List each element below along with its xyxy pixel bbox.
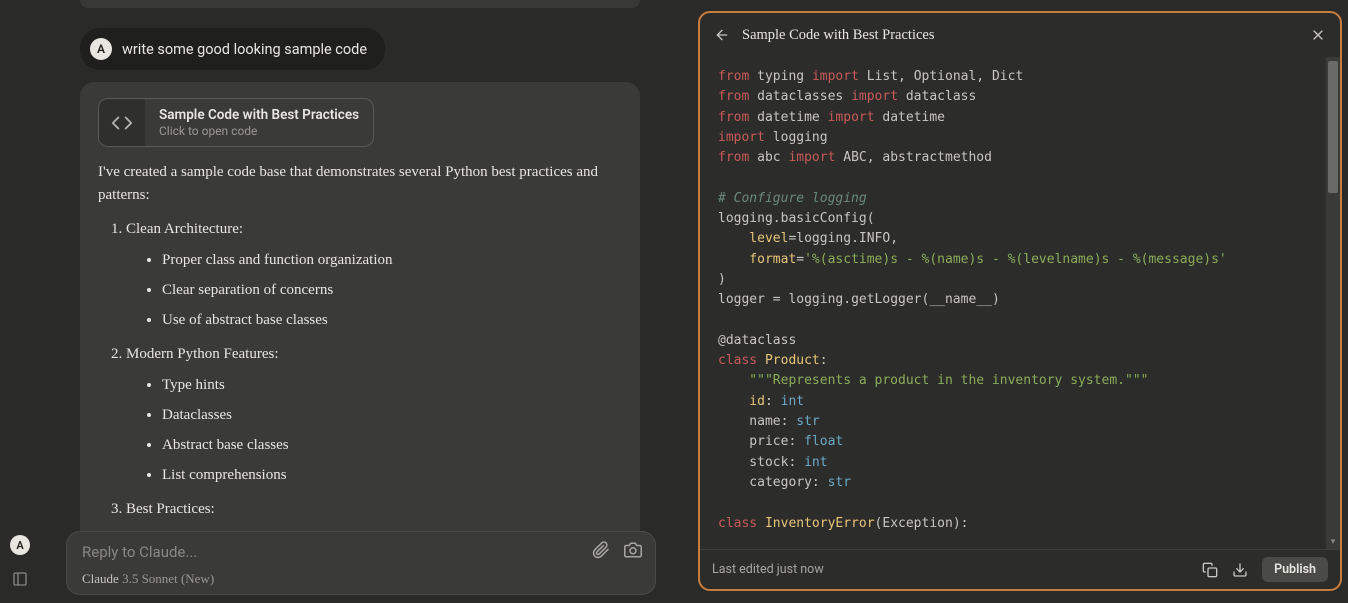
scroll-down-icon[interactable]: ▾ [1328, 537, 1338, 547]
panel-header: Sample Code with Best Practices [700, 13, 1340, 57]
scrollbar-thumb[interactable] [1328, 61, 1338, 193]
list-item: Use of abstract base classes [162, 305, 622, 335]
model-name: Claude [82, 571, 119, 586]
camera-icon[interactable] [624, 541, 642, 559]
list-item: Proper class and function organization [162, 245, 622, 275]
panel-footer: Last edited just now Publish [700, 549, 1340, 589]
list-item: Clean Architecture: Proper class and fun… [126, 218, 622, 335]
close-icon[interactable] [1310, 27, 1326, 43]
code-viewer[interactable]: from typing import List, Optional, Dict … [700, 57, 1340, 549]
code-panel: Sample Code with Best Practices from typ… [698, 11, 1342, 591]
list-item: Dataclasses [162, 400, 622, 430]
back-icon[interactable] [714, 27, 730, 43]
model-indicator[interactable]: Claude 3.5 Sonnet (New) [82, 571, 640, 587]
code-content: from typing import List, Optional, Dict … [700, 57, 1340, 544]
list-item: List comprehensions [162, 460, 622, 490]
section-heading: Best Practices: [126, 501, 215, 517]
download-icon[interactable] [1232, 562, 1248, 578]
list-item: Abstract base classes [162, 430, 622, 460]
code-artifact-card[interactable]: Sample Code with Best Practices Click to… [98, 98, 374, 147]
list-item: Type hints [162, 370, 622, 400]
list-item: Clear separation of concerns [162, 275, 622, 305]
list-item: Best Practices: [126, 498, 622, 521]
user-message-text: write some good looking sample code [122, 41, 367, 58]
input-placeholder: Reply to Claude... [82, 543, 640, 561]
section-heading: Modern Python Features: [126, 346, 278, 362]
attachment-icon[interactable] [592, 541, 610, 559]
section-heading: Clean Architecture: [126, 221, 243, 237]
assistant-intro: I've created a sample code base that dem… [98, 161, 622, 208]
code-card-subtitle: Click to open code [159, 124, 359, 138]
message-input[interactable]: Reply to Claude... Claude 3.5 Sonnet (Ne… [66, 531, 656, 595]
scrollbar-track[interactable]: ▾ [1326, 57, 1340, 549]
user-message: A write some good looking sample code [80, 28, 385, 70]
last-edited-text: Last edited just now [712, 562, 824, 577]
practices-list: Clean Architecture: Proper class and fun… [98, 218, 622, 522]
assistant-message: Sample Code with Best Practices Click to… [80, 82, 640, 545]
model-version: 3.5 Sonnet (New) [122, 571, 214, 586]
avatar[interactable]: A [10, 535, 30, 555]
list-item: Modern Python Features: Type hints Datac… [126, 343, 622, 490]
code-card-title: Sample Code with Best Practices [159, 107, 359, 123]
avatar: A [90, 38, 112, 60]
publish-button[interactable]: Publish [1262, 557, 1328, 582]
copy-icon[interactable] [1202, 562, 1218, 578]
panel-title: Sample Code with Best Practices [742, 27, 935, 44]
code-icon [99, 99, 145, 146]
previous-message-edge [80, 0, 640, 8]
sidebar-toggle-icon[interactable] [12, 571, 28, 587]
